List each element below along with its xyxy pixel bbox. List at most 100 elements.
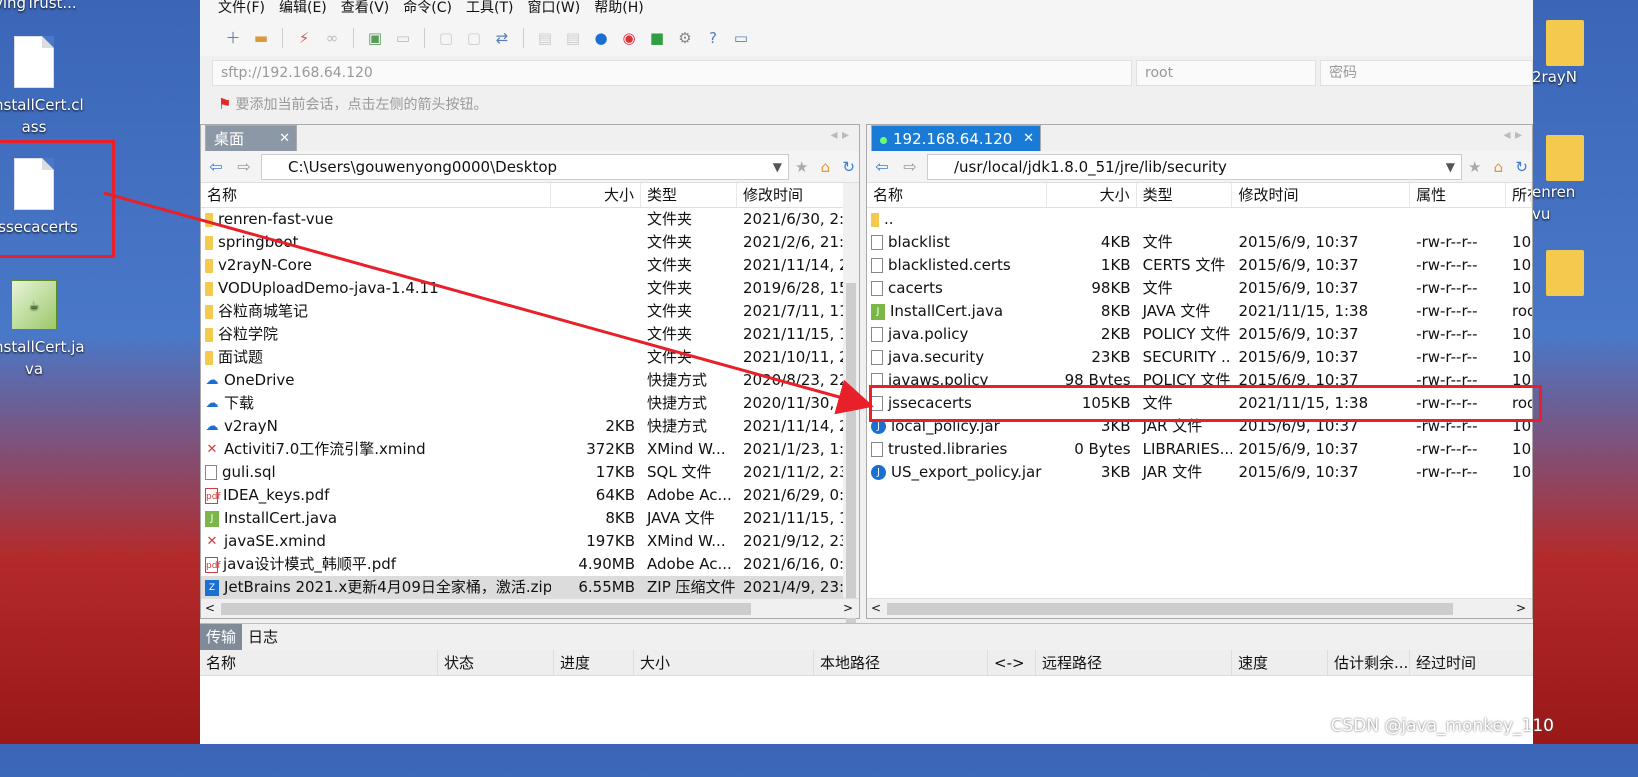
file-row[interactable]: trusted.libraries 0 Bytes LIBRARIES... 2015… bbox=[867, 438, 1532, 461]
file-row[interactable]: J InstallCert.java 8KB JAVA 文件 2021/11/15, 1 bbox=[201, 507, 859, 530]
column-size[interactable]: 大小 bbox=[1047, 183, 1137, 207]
column-speed[interactable]: 速度 bbox=[1232, 650, 1328, 675]
globe-icon[interactable]: ● bbox=[590, 27, 612, 49]
swirl-icon[interactable]: ◉ bbox=[618, 27, 640, 49]
file-row[interactable]: ☁ v2rayN 2KB 快捷方式 2021/11/14, 2 bbox=[201, 415, 859, 438]
file-row[interactable]: ✕ javaSE.xmind 197KB XMind W... 2021/9/12, 2… bbox=[201, 530, 859, 553]
home-folder-icon[interactable]: ⌂ bbox=[821, 158, 831, 176]
tab-desktop[interactable]: 桌面 ✕ bbox=[205, 125, 297, 151]
scroll-thumb[interactable] bbox=[846, 283, 856, 623]
password-input[interactable]: 密码 bbox=[1320, 60, 1533, 86]
chevron-down-icon[interactable]: ▼ bbox=[1446, 155, 1455, 179]
file-row[interactable]: guli.sql 17KB SQL 文件 2021/11/2, 23 bbox=[201, 461, 859, 484]
file-row[interactable]: java.policy 2KB POLICY 文件 2015/6/9, 10:37 -r… bbox=[867, 323, 1532, 346]
menu-edit[interactable]: 编辑(E) bbox=[279, 0, 327, 20]
folder-icon[interactable] bbox=[1546, 250, 1584, 296]
menu-tools[interactable]: 工具(T) bbox=[466, 0, 513, 20]
file-row[interactable]: 谷粒学院 文件夹 2021/11/15, 1 bbox=[201, 323, 859, 346]
column-name[interactable]: 名称 bbox=[867, 183, 1047, 207]
file-row[interactable]: 面试题 文件夹 2021/10/11, 2 bbox=[201, 346, 859, 369]
file-copy-icon[interactable]: ▤ bbox=[534, 27, 556, 49]
remote-path-input[interactable]: /usr/local/jdk1.8.0_51/jre/lib/security ▼ bbox=[927, 153, 1462, 180]
desktop-icon-vingtrust[interactable]: vingTrust... bbox=[0, 0, 77, 14]
file-row[interactable]: pdf java设计模式_韩顺平.pdf 4.90MB Adobe Ac... 2021… bbox=[201, 553, 859, 576]
file-row[interactable]: Z JetBrains 2021.x更新4月09日全家桶，激活.zip 6.55MB… bbox=[201, 576, 859, 599]
forward-icon[interactable]: ⇨ bbox=[233, 157, 255, 176]
scroll-right-icon[interactable]: > bbox=[1516, 601, 1526, 615]
scroll-thumb[interactable] bbox=[887, 603, 1453, 615]
username-input[interactable]: root bbox=[1136, 60, 1316, 86]
menu-view[interactable]: 查看(V) bbox=[341, 0, 390, 20]
column-progress[interactable]: 进度 bbox=[554, 650, 634, 675]
open-folder-icon[interactable]: ▬ bbox=[250, 27, 272, 49]
column-local-path[interactable]: 本地路径 bbox=[814, 650, 988, 675]
column-eta[interactable]: 估计剩余... bbox=[1328, 650, 1410, 675]
local-vertical-scrollbar[interactable] bbox=[843, 183, 859, 623]
back-icon[interactable]: ⇦ bbox=[871, 157, 893, 176]
column-type[interactable]: 类型 bbox=[1137, 183, 1233, 207]
copy-icon[interactable]: ▢ bbox=[435, 27, 457, 49]
file-row[interactable]: java.security 23KB SECURITY ... 2015/6/9, 1… bbox=[867, 346, 1532, 369]
file-row[interactable]: blacklisted.certs 1KB CERTS 文件 2015/6/9, 10… bbox=[867, 254, 1532, 277]
column-size[interactable]: 大小 bbox=[634, 650, 814, 675]
file-row[interactable]: pdf IDEA_keys.pdf 64KB Adobe Ac... 2021/6/29… bbox=[201, 484, 859, 507]
host-input[interactable]: sftp://192.168.64.120 bbox=[212, 60, 1132, 86]
column-direction[interactable]: <-> bbox=[988, 650, 1036, 675]
flag-icon[interactable]: ⚑ bbox=[218, 95, 231, 113]
desktop-icon-installcert-class[interactable]: nstallCert.cl ass bbox=[0, 36, 84, 138]
file-row[interactable]: v2rayN-Core 文件夹 2021/11/14, 2 bbox=[201, 254, 859, 277]
file-move-icon[interactable]: ▤ bbox=[562, 27, 584, 49]
close-icon[interactable]: ✕ bbox=[1023, 126, 1034, 152]
column-size[interactable]: 大小 bbox=[551, 183, 641, 207]
tab-scroll-arrows-icon[interactable]: ◂ ▸ bbox=[1503, 127, 1522, 143]
column-attributes[interactable]: 属性 bbox=[1410, 183, 1507, 207]
chat-icon[interactable]: ▭ bbox=[730, 27, 752, 49]
gear-icon[interactable]: ⚙ bbox=[674, 27, 696, 49]
file-row[interactable]: 谷粒商城笔记 文件夹 2021/7/11, 11 bbox=[201, 300, 859, 323]
column-mtime[interactable]: 修改时间 bbox=[737, 183, 845, 207]
transfer-icon[interactable]: ⇄ bbox=[491, 27, 513, 49]
column-remote-path[interactable]: 远程路径 bbox=[1036, 650, 1232, 675]
tab-log[interactable]: 日志 bbox=[242, 624, 284, 650]
file-row[interactable]: cacerts 98KB 文件 2015/6/9, 10:37 -rw-r--r-- 10 bbox=[867, 277, 1532, 300]
home-folder-icon[interactable]: ⌂ bbox=[1494, 158, 1504, 176]
file-row[interactable]: J InstallCert.java 8KB JAVA 文件 2021/11/15, 1… bbox=[867, 300, 1532, 323]
refresh-icon[interactable]: ↻ bbox=[842, 158, 855, 176]
menu-help[interactable]: 帮助(H) bbox=[594, 0, 643, 20]
disconnect-icon[interactable]: ⚡ bbox=[293, 27, 315, 49]
file-row[interactable]: blacklist 4KB 文件 2015/6/9, 10:37 -rw-r--r-- 1… bbox=[867, 231, 1532, 254]
forward-icon[interactable]: ⇨ bbox=[899, 157, 921, 176]
bookmark-icon[interactable]: ★ bbox=[795, 158, 808, 176]
tab-remote-host[interactable]: 192.168.64.120 ✕ bbox=[871, 125, 1041, 151]
bookmark-icon[interactable]: ★ bbox=[1468, 158, 1481, 176]
column-status[interactable]: 状态 bbox=[438, 650, 554, 675]
tab-scroll-arrows-icon[interactable]: ◂ ▸ bbox=[830, 127, 849, 143]
close-icon[interactable]: ✕ bbox=[279, 126, 290, 152]
scroll-right-icon[interactable]: > bbox=[843, 601, 853, 615]
local-path-input[interactable]: C:\Users\gouwenyong0000\Desktop ▼ bbox=[261, 153, 789, 180]
new-session-icon[interactable]: ＋ bbox=[222, 27, 244, 49]
menu-command[interactable]: 命令(C) bbox=[403, 0, 452, 20]
refresh-icon[interactable]: ↻ bbox=[1515, 158, 1528, 176]
link-icon[interactable]: ∞ bbox=[321, 27, 343, 49]
file-row[interactable]: ✕ Activiti7.0工作流引擎.xmind 372KB XMind W... 20… bbox=[201, 438, 859, 461]
local-horizontal-scrollbar[interactable]: < > bbox=[201, 598, 859, 618]
back-icon[interactable]: ⇦ bbox=[205, 157, 227, 176]
column-owner[interactable]: 所有 bbox=[1506, 183, 1532, 207]
file-row[interactable]: VODUploadDemo-java-1.4.11 文件夹 2019/6/28, 1… bbox=[201, 277, 859, 300]
file-row[interactable]: ☁ OneDrive 快捷方式 2020/8/23, 22 bbox=[201, 369, 859, 392]
green-app-icon[interactable]: ■ bbox=[646, 27, 668, 49]
scroll-thumb[interactable] bbox=[221, 603, 751, 615]
scroll-left-icon[interactable]: < bbox=[205, 601, 215, 615]
file-row[interactable]: renren-fast-vue 文件夹 2021/6/30, 2:0 bbox=[201, 208, 859, 231]
menu-file[interactable]: 文件(F) bbox=[218, 0, 265, 20]
column-type[interactable]: 类型 bbox=[641, 183, 737, 207]
column-name[interactable]: 名称 bbox=[200, 650, 438, 675]
file-row[interactable]: J US_export_policy.jar 3KB JAR 文件 2015/6/9, … bbox=[867, 461, 1532, 484]
file-row[interactable]: ☁ 下载 快捷方式 2020/11/30, 2 bbox=[201, 392, 859, 415]
file-row[interactable]: springboot 文件夹 2021/2/6, 21:2 bbox=[201, 231, 859, 254]
column-name[interactable]: 名称 bbox=[201, 183, 551, 207]
scroll-left-icon[interactable]: < bbox=[871, 601, 881, 615]
paste-icon[interactable]: ▢ bbox=[463, 27, 485, 49]
desktop-icon-installcert-java[interactable]: ☕ nstallCert.ja va bbox=[0, 280, 85, 380]
